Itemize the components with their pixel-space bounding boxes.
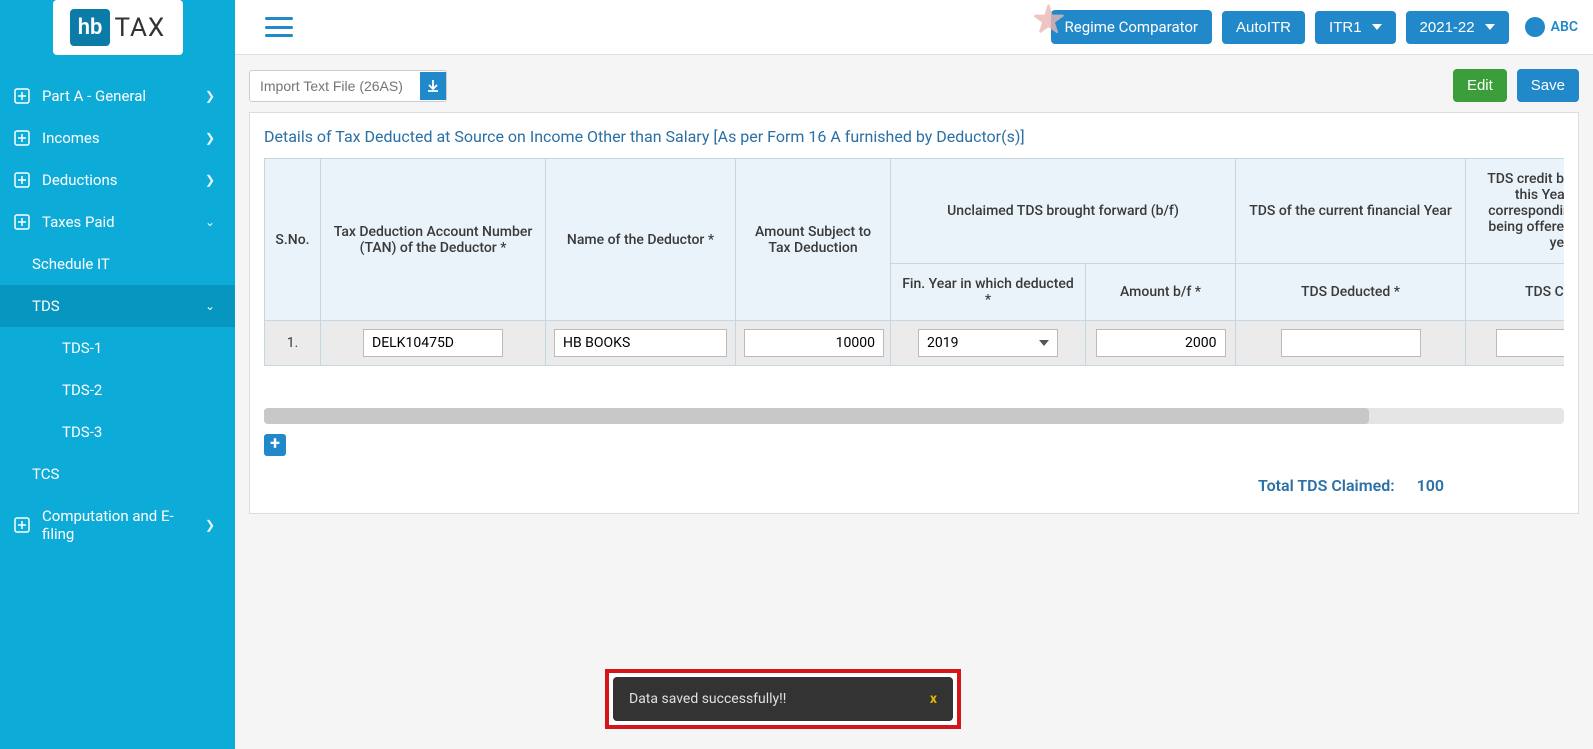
sidebar-label: TDS bbox=[32, 297, 205, 315]
th-tds-current: TDS of the current financial Year bbox=[1236, 159, 1466, 264]
th-name: Name of the Deductor * bbox=[546, 159, 736, 321]
th-tds-deducted: TDS Deducted * bbox=[1236, 264, 1466, 321]
th-tds-claimed-sub: TDS Claimed bbox=[1466, 264, 1564, 321]
tds-card: Details of Tax Deducted at Source on Inc… bbox=[249, 112, 1579, 514]
hamburger-menu-icon[interactable] bbox=[265, 17, 293, 37]
import-file-control bbox=[249, 70, 447, 102]
sidebar-item-tcs[interactable]: TCS bbox=[0, 453, 235, 495]
tds-deducted-input[interactable] bbox=[1281, 329, 1421, 357]
sidebar-label: Taxes Paid bbox=[42, 213, 205, 231]
table-scroll-container: S.No. Tax Deduction Account Number (TAN)… bbox=[264, 158, 1564, 400]
tds-table: S.No. Tax Deduction Account Number (TAN)… bbox=[264, 158, 1564, 400]
th-amount-subject: Amount Subject to Tax Deduction bbox=[736, 159, 891, 321]
import-download-button[interactable] bbox=[420, 72, 446, 100]
chevron-right-icon: ❯ bbox=[205, 173, 215, 187]
sidebar-item-part-a-general[interactable]: Part A - General ❯ bbox=[0, 75, 235, 117]
total-claimed-value: 100 bbox=[1417, 476, 1444, 495]
main-content: Edit Save Details of Tax Deducted at Sou… bbox=[235, 55, 1593, 749]
th-unclaimed: Unclaimed TDS brought forward (b/f) bbox=[891, 159, 1236, 264]
sidebar-label: Incomes bbox=[42, 129, 205, 147]
amount-bf-input[interactable] bbox=[1096, 329, 1226, 357]
th-fin-year: Fin. Year in which deducted * bbox=[891, 264, 1086, 321]
card-title: Details of Tax Deducted at Source on Inc… bbox=[264, 127, 1564, 146]
sidebar-label: Part A - General bbox=[42, 87, 205, 105]
action-bar: Edit Save bbox=[249, 69, 1579, 102]
amount-subject-input[interactable] bbox=[744, 329, 884, 357]
save-button[interactable]: Save bbox=[1517, 69, 1579, 102]
year-label: 2021-22 bbox=[1420, 19, 1475, 36]
total-row: Total: bbox=[265, 366, 1565, 401]
sidebar-label: Deductions bbox=[42, 171, 205, 189]
chevron-right-icon: ❯ bbox=[205, 131, 215, 145]
add-row-button[interactable]: + bbox=[264, 434, 286, 456]
plus-square-icon bbox=[14, 88, 32, 104]
itr-dropdown[interactable]: ITR1 bbox=[1315, 11, 1396, 44]
regime-comparator-button[interactable]: Regime Comparator bbox=[1051, 10, 1213, 44]
deductor-name-input[interactable] bbox=[554, 329, 727, 357]
tan-input[interactable] bbox=[363, 329, 503, 357]
user-menu[interactable]: ABC bbox=[1525, 17, 1578, 37]
horizontal-scrollbar[interactable] bbox=[264, 408, 1564, 424]
logo-container: hb TAX bbox=[0, 0, 235, 75]
scrollbar-thumb[interactable] bbox=[264, 408, 1369, 424]
sidebar-item-tds-2[interactable]: TDS-2 bbox=[0, 369, 235, 411]
sidebar-item-incomes[interactable]: Incomes ❯ bbox=[0, 117, 235, 159]
th-amount-bf: Amount b/f * bbox=[1086, 264, 1236, 321]
logo-hb: hb bbox=[70, 9, 111, 46]
sidebar-label: Computation and E-filing bbox=[42, 507, 205, 543]
itr-label: ITR1 bbox=[1329, 19, 1362, 36]
total-label: Total: bbox=[265, 366, 1565, 401]
th-tan: Tax Deduction Account Number (TAN) of th… bbox=[321, 159, 546, 321]
th-tds-credit: TDS credit being claimed this Year (only… bbox=[1466, 159, 1564, 264]
sidebar-item-computation[interactable]: Computation and E-filing ❯ bbox=[0, 495, 235, 555]
cell-sno: 1. bbox=[265, 321, 321, 366]
user-name: ABC bbox=[1551, 19, 1578, 35]
plus-square-icon bbox=[14, 172, 32, 188]
sidebar: hb TAX Part A - General ❯ Incomes ❯ Dedu… bbox=[0, 0, 235, 749]
th-sno: S.No. bbox=[265, 159, 321, 321]
toast-highlight: Data saved successfully!! x bbox=[605, 669, 961, 729]
edit-button[interactable]: Edit bbox=[1453, 69, 1507, 102]
sidebar-item-tds-3[interactable]: TDS-3 bbox=[0, 411, 235, 453]
chevron-right-icon: ❯ bbox=[205, 89, 215, 103]
fin-year-select[interactable]: 2019 bbox=[918, 329, 1058, 357]
sidebar-item-deductions[interactable]: Deductions ❯ bbox=[0, 159, 235, 201]
toast-message: Data saved successfully!! bbox=[629, 691, 786, 707]
plus-square-icon bbox=[14, 517, 32, 533]
logo[interactable]: hb TAX bbox=[53, 0, 183, 55]
tds-claimed-input[interactable] bbox=[1496, 329, 1564, 357]
import-file-input[interactable] bbox=[250, 71, 420, 101]
logo-tax: TAX bbox=[114, 13, 165, 43]
avatar-icon bbox=[1525, 17, 1545, 37]
year-dropdown[interactable]: 2021-22 bbox=[1406, 11, 1509, 44]
sidebar-item-taxes-paid[interactable]: Taxes Paid ⌄ bbox=[0, 201, 235, 243]
topbar: Regime Comparator AutoITR ITR1 2021-22 A… bbox=[235, 0, 1593, 55]
sidebar-item-tds-1[interactable]: TDS-1 bbox=[0, 327, 235, 369]
total-claimed-label: Total TDS Claimed: bbox=[1258, 476, 1395, 495]
total-tds-claimed: Total TDS Claimed: 100 bbox=[264, 476, 1564, 495]
plus-square-icon bbox=[14, 214, 32, 230]
sidebar-item-schedule-it[interactable]: Schedule IT bbox=[0, 243, 235, 285]
chevron-down-icon: ⌄ bbox=[205, 215, 215, 229]
sidebar-item-tds[interactable]: TDS ⌄ bbox=[0, 285, 235, 327]
chevron-down-icon: ⌄ bbox=[205, 299, 215, 313]
autoitr-button[interactable]: AutoITR bbox=[1222, 11, 1305, 44]
toast-close-button[interactable]: x bbox=[930, 691, 937, 707]
toast: Data saved successfully!! x bbox=[613, 677, 953, 721]
plus-square-icon bbox=[14, 130, 32, 146]
table-row: 1. 2019 bbox=[265, 321, 1565, 366]
chevron-right-icon: ❯ bbox=[205, 518, 215, 532]
